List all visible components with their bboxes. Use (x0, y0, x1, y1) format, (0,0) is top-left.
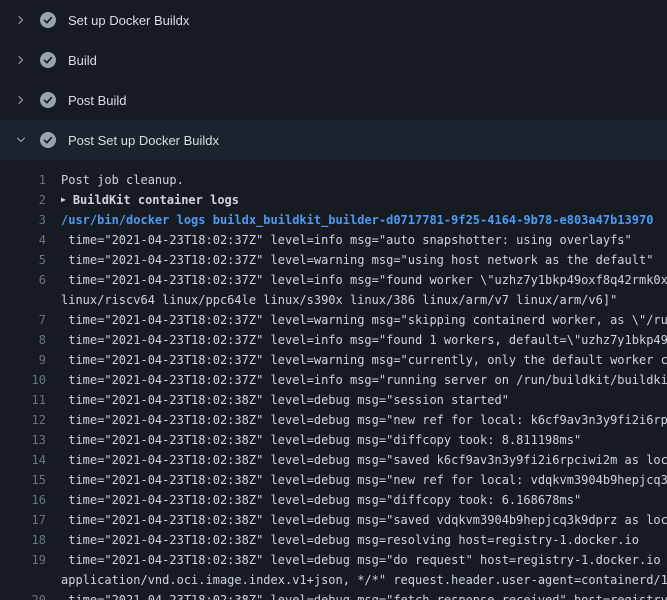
line-number[interactable]: 9 (0, 350, 46, 370)
steps-list: Set up Docker Buildx Build Post Build Post … (0, 0, 667, 160)
step-title: Set up Docker Buildx (68, 13, 189, 28)
log-text: time="2021-04-23T18:02:38Z" level=debug … (61, 510, 667, 530)
log-text: ▶ BuildKit container logs (61, 190, 239, 210)
log-line: 13 time="2021-04-23T18:02:38Z" level=deb… (0, 430, 667, 450)
line-number[interactable]: 14 (0, 450, 46, 470)
line-number[interactable]: 1 (0, 170, 46, 190)
log-container: 1 Post job cleanup. 2 ▶ BuildKit container l… (0, 160, 667, 600)
line-number[interactable]: 4 (0, 230, 46, 250)
log-text: time="2021-04-23T18:02:37Z" level=info m… (61, 270, 667, 290)
step-title: Build (68, 53, 97, 68)
workflow-log-panel: Set up Docker Buildx Build Post Build Post … (0, 0, 667, 600)
step-title: Post Set up Docker Buildx (68, 133, 219, 148)
line-number[interactable]: 10 (0, 370, 46, 390)
log-line: 1 Post job cleanup. (0, 170, 667, 190)
log-text: time="2021-04-23T18:02:38Z" level=debug … (61, 550, 667, 570)
log-line-continuation: application/vnd.oci.image.index.v1+json,… (0, 570, 667, 590)
log-text: time="2021-04-23T18:02:38Z" level=debug … (61, 470, 667, 490)
log-line: 16 time="2021-04-23T18:02:38Z" level=deb… (0, 490, 667, 510)
log-line-continuation: linux/riscv64 linux/ppc64le linux/s390x … (0, 290, 667, 310)
log-text: time="2021-04-23T18:02:37Z" level=warnin… (61, 350, 667, 370)
step-header-post-build[interactable]: Post Build (0, 80, 667, 120)
check-circle-icon (40, 132, 56, 148)
chevron-down-icon (15, 134, 27, 146)
line-number (0, 570, 46, 590)
check-circle-icon (40, 92, 56, 108)
log-line: 8 time="2021-04-23T18:02:37Z" level=info… (0, 330, 667, 350)
command-text: /usr/bin/docker logs buildx_buildkit_bui… (61, 210, 653, 230)
log-text: time="2021-04-23T18:02:37Z" level=warnin… (61, 250, 653, 270)
line-number[interactable]: 18 (0, 530, 46, 550)
log-text: time="2021-04-23T18:02:38Z" level=debug … (61, 390, 509, 410)
log-line: 12 time="2021-04-23T18:02:38Z" level=deb… (0, 410, 667, 430)
log-line: 15 time="2021-04-23T18:02:38Z" level=deb… (0, 470, 667, 490)
log-text: time="2021-04-23T18:02:37Z" level=info m… (61, 370, 667, 390)
log-line: 2 ▶ BuildKit container logs (0, 190, 667, 210)
log-text: time="2021-04-23T18:02:38Z" level=debug … (61, 490, 581, 510)
line-number[interactable]: 17 (0, 510, 46, 530)
log-line: 5 time="2021-04-23T18:02:37Z" level=warn… (0, 250, 667, 270)
log-text: linux/riscv64 linux/ppc64le linux/s390x … (61, 290, 617, 310)
log-line: 19 time="2021-04-23T18:02:38Z" level=deb… (0, 550, 667, 570)
log-text: time="2021-04-23T18:02:38Z" level=debug … (61, 590, 667, 600)
line-number (0, 290, 46, 310)
chevron-right-icon (15, 54, 27, 66)
line-number[interactable]: 5 (0, 250, 46, 270)
line-number[interactable]: 19 (0, 550, 46, 570)
log-text: time="2021-04-23T18:02:38Z" level=debug … (61, 530, 639, 550)
group-title: BuildKit container logs (73, 193, 239, 207)
log-text: time="2021-04-23T18:02:38Z" level=debug … (61, 450, 667, 470)
line-number[interactable]: 6 (0, 270, 46, 290)
log-line: 3/usr/bin/docker logs buildx_buildkit_bu… (0, 210, 667, 230)
step-header-post-set-up-docker-buildx[interactable]: Post Set up Docker Buildx (0, 120, 667, 160)
line-number[interactable]: 16 (0, 490, 46, 510)
line-number[interactable]: 12 (0, 410, 46, 430)
log-line: 11 time="2021-04-23T18:02:38Z" level=deb… (0, 390, 667, 410)
line-number[interactable]: 11 (0, 390, 46, 410)
chevron-right-icon (15, 94, 27, 106)
line-number[interactable]: 15 (0, 470, 46, 490)
line-number[interactable]: 8 (0, 330, 46, 350)
step-header-build[interactable]: Build (0, 40, 667, 80)
log-line: 9 time="2021-04-23T18:02:37Z" level=warn… (0, 350, 667, 370)
log-text: time="2021-04-23T18:02:37Z" level=warnin… (61, 310, 667, 330)
check-circle-icon (40, 12, 56, 28)
log-text: time="2021-04-23T18:02:37Z" level=info m… (61, 230, 632, 250)
line-number[interactable]: 13 (0, 430, 46, 450)
log-line: 14 time="2021-04-23T18:02:38Z" level=deb… (0, 450, 667, 470)
log-line: 10 time="2021-04-23T18:02:37Z" level=inf… (0, 370, 667, 390)
check-circle-icon (40, 52, 56, 68)
log-line: 20 time="2021-04-23T18:02:38Z" level=deb… (0, 590, 667, 600)
log-text: application/vnd.oci.image.index.v1+json,… (61, 570, 667, 590)
step-header-set-up-docker-buildx[interactable]: Set up Docker Buildx (0, 0, 667, 40)
line-number[interactable]: 20 (0, 590, 46, 600)
step-title: Post Build (68, 93, 127, 108)
log-line: 7 time="2021-04-23T18:02:37Z" level=warn… (0, 310, 667, 330)
log-text: time="2021-04-23T18:02:38Z" level=debug … (61, 430, 581, 450)
group-expander-icon[interactable]: ▶ (61, 190, 66, 210)
log-line: 17 time="2021-04-23T18:02:38Z" level=deb… (0, 510, 667, 530)
log-line: 6 time="2021-04-23T18:02:37Z" level=info… (0, 270, 667, 290)
log-text: time="2021-04-23T18:02:37Z" level=info m… (61, 330, 667, 350)
log-text: time="2021-04-23T18:02:38Z" level=debug … (61, 410, 667, 430)
log-text: Post job cleanup. (61, 170, 184, 190)
line-number[interactable]: 3 (0, 210, 46, 230)
line-number[interactable]: 7 (0, 310, 46, 330)
line-number[interactable]: 2 (0, 190, 46, 210)
chevron-right-icon (15, 14, 27, 26)
log-line: 4 time="2021-04-23T18:02:37Z" level=info… (0, 230, 667, 250)
log-line: 18 time="2021-04-23T18:02:38Z" level=deb… (0, 530, 667, 550)
